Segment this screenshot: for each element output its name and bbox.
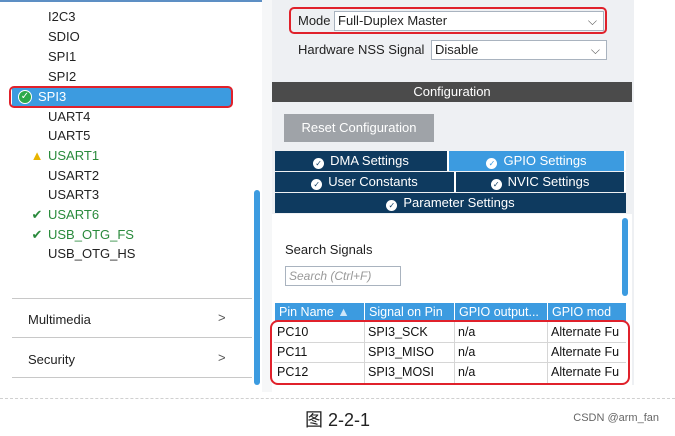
list-item-uart5[interactable]: UART5 [48,127,90,145]
chevron-down-icon: ⌵ [590,43,600,57]
list-item-sdio[interactable]: SDIO [48,28,80,46]
column-header-gpio-mode[interactable]: GPIO mod [548,303,626,321]
sort-arrow-icon: ▲ [337,305,350,319]
configuration-header: Configuration [272,82,632,102]
tab-label: GPIO Settings [503,153,587,168]
list-item-label: USB_OTG_FS [48,227,134,242]
list-item-usart2[interactable]: USART2 [48,167,99,185]
nss-label: Hardware NSS Signal [298,42,425,57]
tab-nvic-settings[interactable]: ✓ NVIC Settings [456,172,626,192]
highlight-box-pins [270,320,630,385]
panel-top-border [0,0,262,2]
list-item-label: USART6 [48,207,100,222]
column-header-pin-name[interactable]: Pin Name ▲ [275,303,365,321]
nss-select[interactable]: Disable ⌵ [431,40,607,60]
list-item-usb-otg-fs[interactable]: ✔ USB_OTG_FS [32,226,134,244]
watermark: CSDN @arm_fan [573,412,659,424]
check-icon: ✔ [31,207,43,222]
tab-label: DMA Settings [330,153,409,168]
tab-user-constants[interactable]: ✓ User Constants [275,172,456,192]
divider [12,298,252,299]
list-item-usb-otg-hs[interactable]: USB_OTG_HS [48,245,135,263]
chevron-right-icon[interactable]: > [218,350,226,365]
list-item-usart6[interactable]: ✔ USART6 [32,206,100,224]
check-circle-icon: ✓ [386,200,398,211]
tab-gpio-settings[interactable]: ✓ GPIO Settings [449,151,626,171]
chevron-right-icon[interactable]: > [218,310,226,325]
check-circle-icon: ✓ [486,158,498,169]
figure-divider [0,398,675,399]
right-scrollbar[interactable] [622,218,628,296]
list-item-usart3[interactable]: USART3 [48,186,99,204]
peripheral-list-panel [0,0,262,392]
check-circle-icon: ✓ [311,179,323,190]
tab-label: User Constants [328,174,418,189]
column-header-signal[interactable]: Signal on Pin [365,303,455,321]
list-item-spi1[interactable]: SPI1 [48,48,76,66]
reset-configuration-button[interactable]: Reset Configuration [284,114,434,142]
list-item-spi2[interactable]: SPI2 [48,68,76,86]
tab-dma-settings[interactable]: ✓ DMA Settings [275,151,449,171]
list-item-usart1[interactable]: ▲ USART1 [31,147,100,165]
divider [12,337,252,338]
search-signals-label: Search Signals [285,242,373,257]
category-multimedia[interactable]: Multimedia [28,312,91,327]
tab-label: Parameter Settings [403,195,515,210]
header-label: Pin Name [279,305,334,319]
check-circle-icon: ✓ [313,158,325,169]
column-header-gpio-output[interactable]: GPIO output... [455,303,548,321]
divider [12,377,252,378]
tab-parameter-settings[interactable]: ✓ Parameter Settings [275,193,626,213]
list-item-label: USART1 [48,148,100,163]
list-item-i2c3[interactable]: I2C3 [48,8,75,26]
highlight-box-mode [289,7,607,34]
search-input[interactable]: Search (Ctrl+F) [285,266,401,286]
list-item-uart4[interactable]: UART4 [48,108,90,126]
left-scrollbar[interactable] [254,190,260,385]
check-icon: ✔ [31,227,43,242]
check-circle-icon: ✓ [490,179,502,190]
category-security[interactable]: Security [28,352,75,367]
tab-label: NVIC Settings [507,174,590,189]
highlight-box-spi3 [9,86,233,108]
warning-icon: ▲ [30,148,44,163]
nss-select-value: Disable [435,42,479,57]
